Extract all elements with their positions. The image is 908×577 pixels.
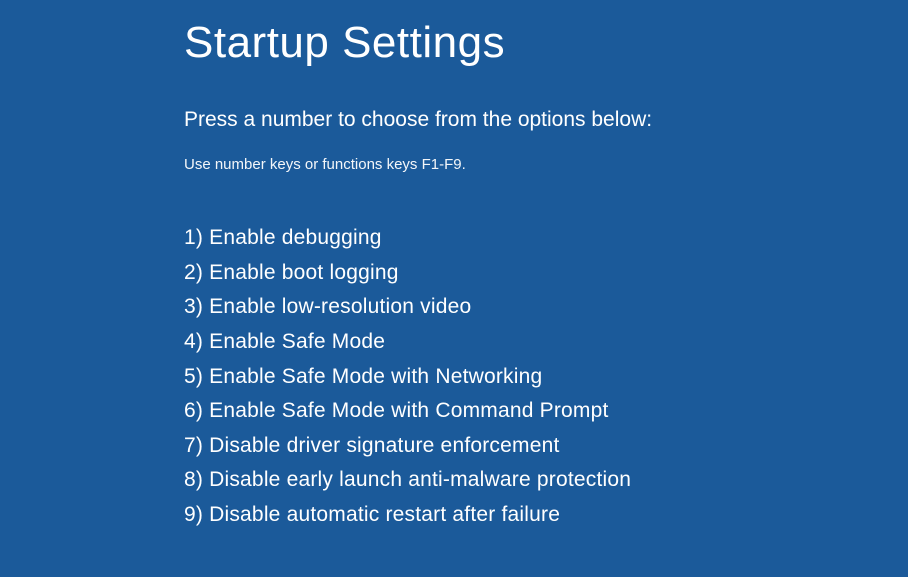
- option-number: 8: [184, 468, 196, 491]
- option-enable-safe-mode-networking[interactable]: 5) Enable Safe Mode with Networking: [184, 360, 908, 395]
- option-enable-boot-logging[interactable]: 2) Enable boot logging: [184, 256, 908, 291]
- option-enable-safe-mode[interactable]: 4) Enable Safe Mode: [184, 325, 908, 360]
- option-label: Disable early launch anti-malware protec…: [209, 468, 631, 491]
- option-enable-debugging[interactable]: 1) Enable debugging: [184, 221, 908, 256]
- option-number: 2: [184, 261, 196, 284]
- option-number: 5: [184, 365, 196, 388]
- option-label: Enable boot logging: [209, 261, 398, 284]
- option-label: Enable Safe Mode with Networking: [209, 365, 542, 388]
- option-number: 4: [184, 330, 196, 353]
- option-label: Disable driver signature enforcement: [209, 434, 559, 457]
- instruction-text: Press a number to choose from the option…: [184, 108, 908, 132]
- option-enable-low-res-video[interactable]: 3) Enable low-resolution video: [184, 290, 908, 325]
- option-label: Enable debugging: [209, 226, 382, 249]
- option-number: 3: [184, 295, 196, 318]
- option-disable-early-launch-antimalware[interactable]: 8) Disable early launch anti-malware pro…: [184, 463, 908, 498]
- option-label: Enable Safe Mode with Command Prompt: [209, 399, 608, 422]
- option-number: 7: [184, 434, 196, 457]
- option-label: Enable low-resolution video: [209, 295, 471, 318]
- option-number: 6: [184, 399, 196, 422]
- option-enable-safe-mode-cmd[interactable]: 6) Enable Safe Mode with Command Prompt: [184, 394, 908, 429]
- option-disable-auto-restart[interactable]: 9) Disable automatic restart after failu…: [184, 498, 908, 533]
- option-number: 9: [184, 503, 196, 526]
- startup-options-list: 1) Enable debugging 2) Enable boot loggi…: [184, 221, 908, 533]
- option-number: 1: [184, 226, 196, 249]
- hint-text: Use number keys or functions keys F1-F9.: [184, 156, 908, 173]
- option-disable-driver-sig-enforcement[interactable]: 7) Disable driver signature enforcement: [184, 429, 908, 464]
- option-label: Disable automatic restart after failure: [209, 503, 560, 526]
- page-title: Startup Settings: [184, 18, 908, 68]
- option-label: Enable Safe Mode: [209, 330, 385, 353]
